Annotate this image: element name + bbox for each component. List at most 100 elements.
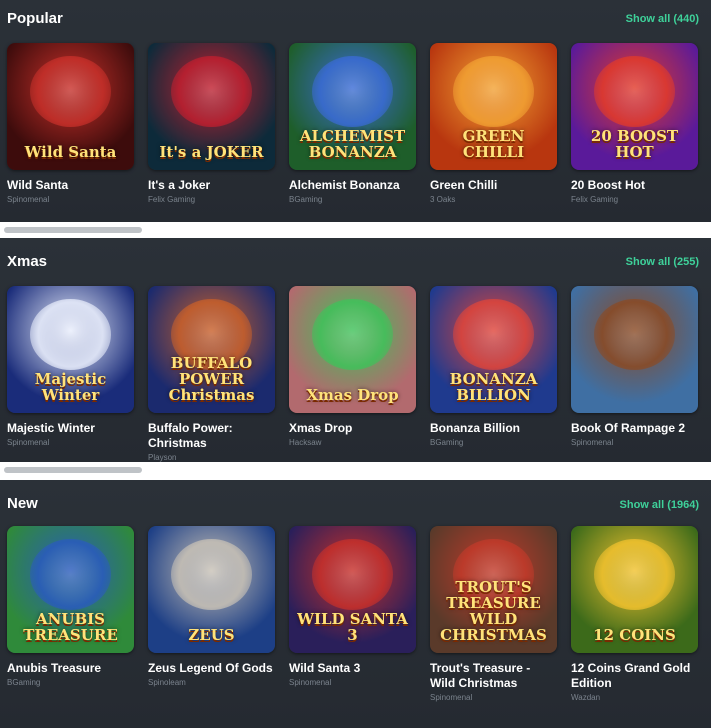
game-logo-text: 20 BOOST HOT [590,127,679,161]
game-provider: BGaming [289,195,323,204]
game-logo-text: It's a JOKER [159,143,264,161]
game-card[interactable]: Wild Santa Wild Santa Spinomenal [7,43,134,205]
game-title[interactable]: Wild Santa [7,178,134,193]
game-card[interactable]: Majestic Winter Majestic Winter Spinomenal [7,286,134,463]
game-logo-text: ZEUS [188,626,235,644]
game-art [170,55,253,127]
game-title[interactable]: Trout's Treasure - Wild Christmas [430,661,557,691]
game-provider: Felix Gaming [571,195,619,204]
game-title[interactable]: Green Chilli [430,178,557,193]
game-art [311,55,394,127]
game-title[interactable]: Majestic Winter [7,421,134,436]
game-card[interactable]: Xmas Drop Xmas Drop Hacksaw [289,286,416,463]
game-logo-text: ANUBIS TREASURE [23,610,118,644]
game-logo-text: TROUT'S TREASURE WILD CHRISTMAS [440,578,547,644]
game-art [29,55,112,127]
game-card[interactable]: WILD SANTA 3 Wild Santa 3 Spinomenal [289,526,416,703]
game-thumbnail[interactable]: Xmas Drop [289,286,416,413]
game-provider: Wazdan [571,693,601,702]
game-title[interactable]: Alchemist Bonanza [289,178,416,193]
game-thumbnail[interactable]: ZEUS [148,526,275,653]
game-row: Majestic Winter Majestic Winter Spinomenal… [7,286,698,463]
game-thumbnail[interactable]: TROUT'S TREASURE WILD CHRISTMAS [430,526,557,653]
game-thumbnail[interactable]: It's a JOKER [148,43,275,170]
game-card[interactable]: ZEUS Zeus Legend Of Gods Spinoleam [148,526,275,703]
game-provider: Felix Gaming [148,195,196,204]
game-row: ANUBIS TREASURE Anubis Treasure BGaming ZEU… [7,526,698,703]
game-art [29,538,112,610]
game-row: Wild Santa Wild Santa Spinomenal It's a JOK… [7,43,698,205]
game-art [311,538,394,610]
scrollbar-thumb[interactable] [4,467,142,473]
game-title[interactable]: Xmas Drop [289,421,416,436]
game-provider: BGaming [430,438,464,447]
game-title[interactable]: It's a Joker [148,178,275,193]
game-provider: Spinomenal [430,693,473,702]
game-art [593,55,676,127]
game-provider: Spinomenal [7,195,50,204]
show-all-link[interactable]: Show all (1964) [620,499,699,511]
game-logo-text: Wild Santa [24,143,117,161]
game-thumbnail[interactable]: WILD SANTA 3 [289,526,416,653]
game-logo-text: Majestic Winter [34,370,107,404]
game-provider: Spinomenal [289,678,332,687]
game-provider: BGaming [7,678,41,687]
game-provider: Playson [148,453,177,462]
game-art [452,55,535,127]
game-title[interactable]: Buffalo Power: Christmas [148,421,275,451]
game-card[interactable]: BUFFALO POWER Christmas Buffalo Power: Ch… [148,286,275,463]
game-card[interactable]: 12 COINS 12 Coins Grand Gold Edition Wazda… [571,526,698,703]
game-thumbnail[interactable]: 12 COINS [571,526,698,653]
game-thumbnail[interactable]: ALCHEMIST BONANZA [289,43,416,170]
game-logo-text: BUFFALO POWER Christmas [168,354,255,404]
section-title: Xmas [7,253,48,270]
section-popular: Popular Show all (440) Wild Santa Wild Sa… [0,0,711,222]
game-card[interactable]: Book Of Rampage 2 Spinomenal [571,286,698,463]
game-title[interactable]: 20 Boost Hot [571,178,698,193]
game-thumbnail[interactable]: 20 BOOST HOT [571,43,698,170]
game-card[interactable]: BONANZA BILLION Bonanza Billion BGaming [430,286,557,463]
game-card[interactable]: 20 BOOST HOT 20 Boost Hot Felix Gaming [571,43,698,205]
game-thumbnail[interactable]: Majestic Winter [7,286,134,413]
game-card[interactable]: GREEN CHILLI Green Chilli 3 Oaks [430,43,557,205]
game-provider: 3 Oaks [430,195,456,204]
game-art [593,298,676,370]
game-title[interactable]: Zeus Legend Of Gods [148,661,275,676]
show-all-link[interactable]: Show all (255) [626,256,699,268]
game-art [311,298,394,370]
section-new: New Show all (1964) ANUBIS TREASURE Anubi… [0,480,711,728]
game-logo-text: BONANZA BILLION [449,370,538,404]
game-art [29,298,112,370]
game-card[interactable]: ANUBIS TREASURE Anubis Treasure BGaming [7,526,134,703]
game-thumbnail[interactable]: BUFFALO POWER Christmas [148,286,275,413]
game-logo-text: ALCHEMIST BONANZA [299,127,406,161]
game-title[interactable]: Book Of Rampage 2 [571,421,698,436]
game-thumbnail[interactable]: GREEN CHILLI [430,43,557,170]
game-title[interactable]: 12 Coins Grand Gold Edition [571,661,698,691]
game-thumbnail[interactable]: BONANZA BILLION [430,286,557,413]
horizontal-scrollbar[interactable] [0,464,711,476]
game-thumbnail[interactable] [571,286,698,413]
game-logo-text: Xmas Drop [306,386,399,404]
game-title[interactable]: Bonanza Billion [430,421,557,436]
show-all-link[interactable]: Show all (440) [626,13,699,25]
game-art [170,538,253,610]
scrollbar-thumb[interactable] [4,227,142,233]
game-title[interactable]: Wild Santa 3 [289,661,416,676]
section-title: New [7,495,38,512]
game-logo-text: WILD SANTA 3 [297,610,408,644]
game-provider: Spinomenal [571,438,614,447]
game-art [593,538,676,610]
game-thumbnail[interactable]: ANUBIS TREASURE [7,526,134,653]
game-logo-text: GREEN CHILLI [462,127,525,161]
game-title[interactable]: Anubis Treasure [7,661,134,676]
section-title: Popular [7,10,63,27]
game-logo-text: 12 COINS [593,626,676,644]
game-provider: Spinomenal [7,438,50,447]
game-thumbnail[interactable]: Wild Santa [7,43,134,170]
game-card[interactable]: TROUT'S TREASURE WILD CHRISTMAS Trout's T… [430,526,557,703]
horizontal-scrollbar[interactable] [0,224,711,236]
game-card[interactable]: ALCHEMIST BONANZA Alchemist Bonanza BGamin… [289,43,416,205]
section-xmas: Xmas Show all (255) Majestic Winter Majes… [0,238,711,462]
game-card[interactable]: It's a JOKER It's a Joker Felix Gaming [148,43,275,205]
